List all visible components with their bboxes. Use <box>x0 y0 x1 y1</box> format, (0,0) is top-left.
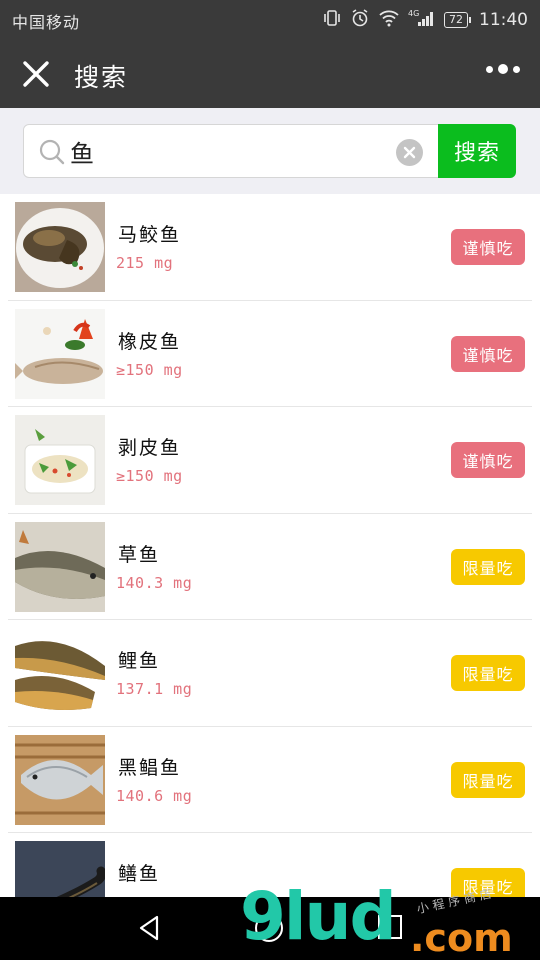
battery-level: 72 <box>444 12 468 28</box>
nav-bar: 搜索 <box>0 38 540 108</box>
caution-badge[interactable]: 谨慎吃 <box>451 442 525 478</box>
food-thumbnail <box>15 415 105 505</box>
limit-badge[interactable]: 限量吃 <box>451 548 525 585</box>
search-button[interactable]: 搜索 <box>438 124 516 178</box>
food-name: 草鱼 <box>118 543 161 566</box>
vibrate-icon <box>322 8 342 32</box>
limit-badge[interactable]: 限量吃 <box>451 868 525 897</box>
limit-badge[interactable]: 限量吃 <box>451 761 525 798</box>
food-thumbnail <box>15 308 105 399</box>
food-name: 鳝鱼 <box>118 863 161 885</box>
search-box <box>23 124 439 178</box>
recent-apps-icon[interactable] <box>378 915 402 939</box>
carrier-label: 中国移动 <box>12 13 81 32</box>
list-item[interactable]: 橡皮鱼 ≥150 mg 谨慎吃 <box>8 301 532 407</box>
food-thumbnail <box>15 628 105 718</box>
list-item[interactable]: 鲤鱼 137.1 mg 限量吃 <box>8 620 532 727</box>
food-name: 马鲛鱼 <box>118 224 182 246</box>
food-thumbnail <box>15 841 105 897</box>
list-item[interactable]: 黑鲳鱼 140.6 mg 限量吃 <box>8 727 532 833</box>
food-thumbnail <box>15 202 105 292</box>
food-value: 137.1 mg <box>116 680 193 698</box>
food-name: 黑鲳鱼 <box>118 756 182 779</box>
status-time: 11:40 <box>479 10 528 30</box>
food-value: ≥150 mg <box>116 467 183 485</box>
list-item[interactable]: 草鱼 140.3 mg 限量吃 <box>8 514 532 620</box>
food-value: 215 mg <box>116 254 174 272</box>
page-title: 搜索 <box>74 63 129 92</box>
food-name: 剥皮鱼 <box>118 437 182 459</box>
list-item[interactable]: 剥皮鱼 ≥150 mg 谨慎吃 <box>8 407 532 514</box>
food-value: ≥150 mg <box>116 360 183 379</box>
more-dot <box>513 65 520 73</box>
close-icon[interactable] <box>20 58 52 90</box>
signal-icon: 4G <box>408 8 436 32</box>
list-item[interactable]: 马鲛鱼 215 mg 谨慎吃 <box>8 194 532 301</box>
home-icon[interactable] <box>255 914 283 942</box>
limit-badge[interactable]: 限量吃 <box>451 655 525 691</box>
clear-icon[interactable] <box>396 139 423 166</box>
system-nav-bar <box>0 897 540 960</box>
food-value: 140.3 mg <box>116 573 193 592</box>
food-name: 鲤鱼 <box>118 650 161 672</box>
network-label: 4G <box>408 9 419 18</box>
status-bar: 中国移动 4G 72 11:40 <box>0 0 540 38</box>
list-item[interactable]: 鳝鱼 限量吃 <box>8 833 532 897</box>
back-icon[interactable] <box>135 913 165 943</box>
more-icon[interactable] <box>486 64 520 74</box>
food-name: 橡皮鱼 <box>118 330 182 353</box>
status-icons: 4G 72 11:40 <box>322 8 528 32</box>
more-dot <box>498 64 508 74</box>
more-dot <box>486 65 493 73</box>
search-area: 搜索 <box>0 108 540 194</box>
search-input[interactable] <box>70 133 390 169</box>
search-icon <box>38 138 66 166</box>
food-thumbnail <box>15 734 105 825</box>
wifi-icon <box>378 8 400 32</box>
alarm-icon <box>350 8 370 32</box>
food-value: 140.6 mg <box>116 786 193 805</box>
caution-badge[interactable]: 谨慎吃 <box>451 335 525 372</box>
caution-badge[interactable]: 谨慎吃 <box>451 229 525 265</box>
food-thumbnail <box>15 521 105 612</box>
result-list: 马鲛鱼 215 mg 谨慎吃 橡皮鱼 ≥150 mg 谨慎吃 剥皮鱼 ≥150 … <box>0 194 540 897</box>
battery-icon: 72 <box>444 12 471 28</box>
